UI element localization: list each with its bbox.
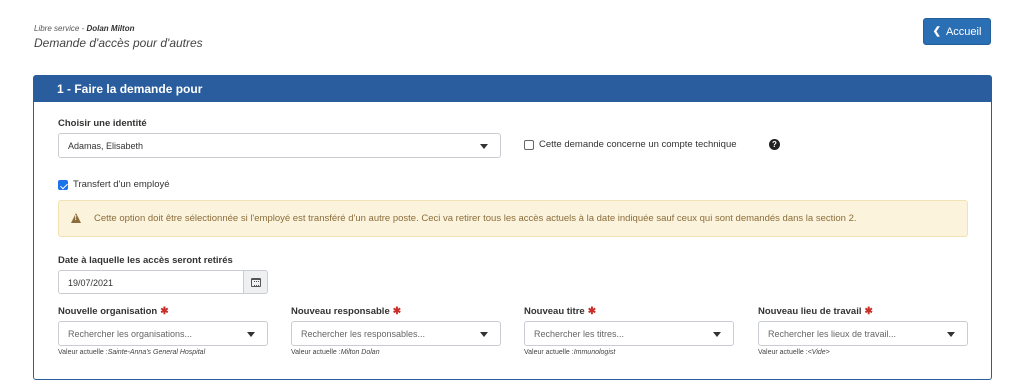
chevron-left-icon: ❮ [932,26,941,37]
manager-select[interactable]: Rechercher les responsables... [291,321,501,346]
tech-account-checkbox[interactable] [524,140,534,150]
caret-down-icon [713,332,721,337]
tech-account-label: Cette demande concerne un compte techniq… [539,139,737,150]
caret-down-icon [947,332,955,337]
field-label-text: Nouveau lieu de travail [758,306,862,317]
breadcrumb: Libre service - Dolan Milton [34,24,134,33]
current-prefix: Valeur actuelle : [524,349,574,356]
home-button[interactable]: ❮ Accueil [923,18,991,45]
home-button-label: Accueil [945,25,982,38]
page-title: Demande d'accès pour d'autres [34,36,203,50]
field-label-workplace: Nouveau lieu de travail ✱ [758,306,873,317]
required-icon: ✱ [864,306,873,317]
field-label-organisation: Nouvelle organisation ✱ [58,306,169,317]
calendar-icon [251,278,261,287]
panel-title: 1 - Faire la demande pour [34,76,991,102]
identity-label: Choisir une identité [58,118,147,129]
workplace-placeholder: Rechercher les lieux de travail... [768,329,897,339]
current-value: Milton Dolan [340,349,380,356]
field-label-title: Nouveau titre ✱ [524,306,596,317]
title-placeholder: Rechercher les titres... [534,329,625,339]
caret-down-icon [247,332,255,337]
request-for-panel: 1 - Faire la demande pour Choisir une id… [33,75,992,380]
title-select[interactable]: Rechercher les titres... [524,321,734,346]
manager-current-value: Valeur actuelle :Milton Dolan [291,349,380,356]
current-prefix: Valeur actuelle : [58,349,108,356]
warning-text: Cette option doit être sélectionnée si l… [94,213,857,224]
organisation-select[interactable]: Rechercher les organisations... [58,321,268,346]
current-value: Immunologist [573,349,616,356]
identity-select[interactable]: Adamas, Elisabeth [58,133,501,158]
title-current-value: Valeur actuelle :Immunologist [524,349,615,356]
field-label-text: Nouveau titre [524,306,585,317]
question-circle-icon[interactable]: ? [769,139,780,150]
organisation-placeholder: Rechercher les organisations... [68,329,193,339]
transfer-checkbox[interactable] [58,180,68,190]
transfer-label: Transfert d'un employé [73,179,170,190]
workplace-select[interactable]: Rechercher les lieux de travail... [758,321,968,346]
manager-placeholder: Rechercher les responsables... [301,329,426,339]
date-input[interactable]: 19/07/2021 [58,270,243,294]
required-icon: ✱ [587,306,597,317]
field-label-text: Nouvelle organisation [58,306,158,317]
caret-down-icon [480,144,488,149]
warning-triangle-icon [71,213,81,223]
identity-value: Adamas, Elisabeth [68,141,144,151]
current-prefix: Valeur actuelle : [291,349,341,356]
caret-down-icon [480,332,488,337]
warning-alert: Cette option doit être sélectionnée si l… [58,200,968,237]
field-label-manager: Nouveau responsable ✱ [291,306,401,317]
current-value: Sainte-Anna's General Hospital [107,349,206,356]
breadcrumb-user: Dolan Milton [86,24,135,33]
date-picker-button[interactable] [243,270,268,294]
organisation-current-value: Valeur actuelle :Sainte-Anna's General H… [58,349,205,356]
breadcrumb-prefix: Libre service - [34,24,87,33]
field-label-text: Nouveau responsable [291,306,390,317]
current-prefix: Valeur actuelle : [758,349,808,356]
required-icon: ✱ [160,306,169,317]
workplace-current-value: Valeur actuelle :<Vide> [758,349,830,356]
date-label: Date à laquelle les accès seront retirés [58,255,233,266]
current-value: <Vide> [807,349,830,356]
required-icon: ✱ [392,306,402,317]
